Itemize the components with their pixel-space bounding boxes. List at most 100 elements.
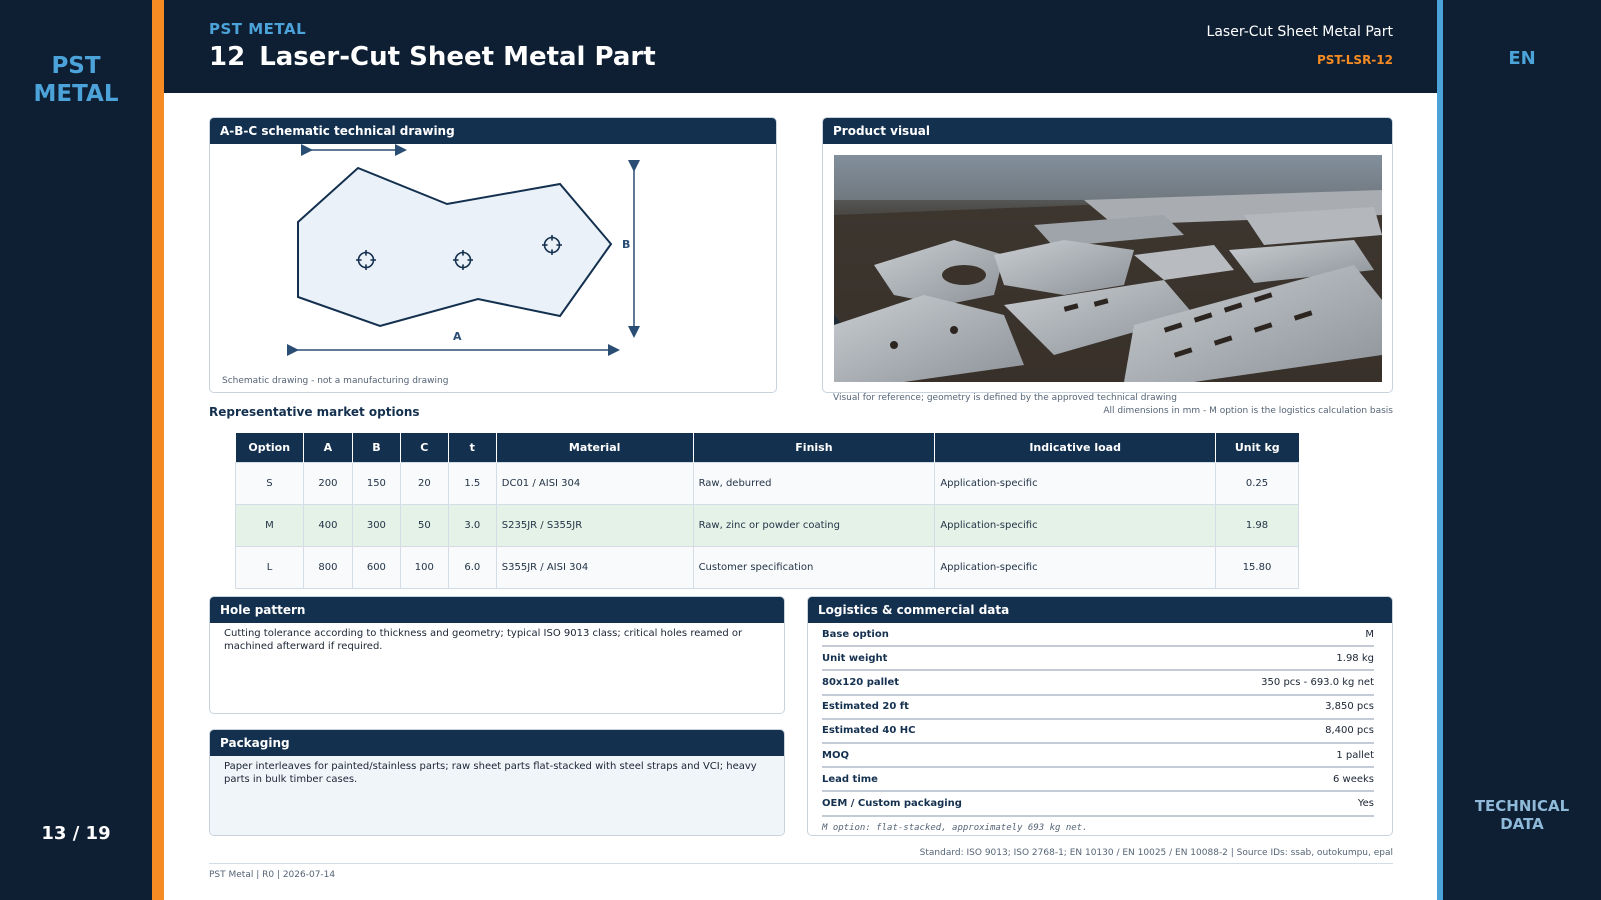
table-row: L 800 600 100 6.0 S355JR / AISI 304 Cust… [235,545,1299,589]
packaging-panel: Packaging Paper interleaves for painted/… [209,729,785,836]
table-cell: L [235,545,304,589]
table-cell: 20 [399,461,449,505]
table-cell: 600 [351,545,401,589]
page-title-text: Laser-Cut Sheet Metal Part [259,42,656,72]
side-section-line1: TECHNICAL [1474,797,1570,815]
page-footer: PST Metal | R0 | 2026-07-14 [209,870,336,880]
side-section-line2: DATA [1500,815,1544,833]
header-brand: PST METAL [209,20,307,38]
left-accent-bar [152,0,164,900]
table-cell: 150 [351,461,401,505]
table-cell: Application-specific [934,461,1217,505]
table-cell: S355JR / AISI 304 [495,545,694,589]
logistics-row: MOQ 1 pallet [822,744,1374,769]
logistics-value: M [1365,628,1374,640]
table-cell: 50 [399,503,449,547]
side-section-label: TECHNICAL DATA [1443,797,1601,833]
logistics-value: 8,400 pcs [1325,725,1374,737]
logistics-row: Base option M [822,623,1374,648]
hole-pattern-panel: Hole pattern Cutting tolerance according… [209,596,785,714]
table-cell: 1.5 [447,461,497,505]
logistics-value: 3,850 pcs [1325,701,1374,713]
logistics-row: OEM / Custom packaging Yes [822,792,1374,817]
column-header: Material [496,433,694,462]
drawing-panel-title: A-B-C schematic technical drawing [210,118,776,144]
column-header: t [448,433,497,462]
table-cell: 400 [302,503,353,547]
page-header: PST METAL 12 Laser-Cut Sheet Metal Part L… [164,0,1437,93]
page-counter: 13 / 19 [41,823,111,844]
column-header: Finish [693,433,936,462]
logistics-key: MOQ [822,749,849,761]
logistics-key: Estimated 20 ft [822,701,909,713]
standards-note: Standard: ISO 9013; ISO 2768-1; EN 10130… [919,848,1393,858]
language-selector[interactable]: EN [1443,48,1601,69]
logistics-key: 80x120 pallet [822,676,900,688]
table-row: S 200 150 20 1.5 DC01 / AISI 304 Raw, de… [235,461,1299,505]
logistics-row: Estimated 20 ft 3,850 pcs [822,696,1374,720]
packaging-title: Packaging [210,730,784,756]
logistics-key: Unit weight [822,652,888,664]
column-header: A [303,433,353,462]
table-cell: 100 [399,545,449,589]
logistics-key: Estimated 40 HC [822,725,916,737]
logistics-key: OEM / Custom packaging [822,797,962,809]
logistics-value: 1 pallet [1336,749,1374,761]
product-visual-panel: Product visual [822,117,1393,393]
packaging-text: Paper interleaves for painted/stainless … [210,756,784,835]
column-header: Option [235,433,304,462]
table-cell: 1.98 [1215,503,1299,547]
schematic-drawing: B A [287,144,640,356]
options-table: Option A B C t Material Finish Indicativ… [235,433,1299,589]
page-title: 12 Laser-Cut Sheet Metal Part [209,42,656,72]
table-cell: Raw, zinc or powder coating [692,503,936,547]
logistics-row: Lead time 6 weeks [822,768,1374,793]
table-cell: 300 [351,503,401,547]
options-section-title: Representative market options [209,405,420,419]
logistics-value: 350 pcs - 693.0 kg net [1261,676,1374,688]
side-brand-line1: PST [51,53,101,79]
product-visual-title: Product visual [823,118,1392,144]
column-header: C [400,433,449,462]
page-title-number: 12 [209,42,246,72]
column-header: B [352,433,401,462]
hole-pattern-text: Cutting tolerance according to thickness… [224,628,743,652]
logistics-value: Yes [1357,797,1374,809]
logistics-key: Base option [822,628,889,640]
table-cell: 0.25 [1215,461,1299,505]
side-brand-line2: METAL [33,81,119,107]
table-cell: Application-specific [934,545,1217,589]
footer-divider [209,863,1393,864]
left-rail [0,0,152,900]
table-row: M 400 300 50 3.0 S235JR / S355JR Raw, zi… [235,503,1299,547]
dimensions-note: All dimensions in mm - M option is the l… [1103,406,1393,416]
side-brand-logo: PST METAL [0,52,152,108]
column-header: Unit kg [1215,433,1299,462]
product-photo [834,155,1382,382]
table-cell: 200 [302,461,353,505]
table-cell: Raw, deburred [692,461,936,505]
header-doc-name: Laser-Cut Sheet Metal Part [1206,24,1393,40]
table-cell: Application-specific [934,503,1217,547]
logistics-key: Lead time [822,773,878,785]
logistics-row: Estimated 40 HC 8,400 pcs [822,720,1374,744]
drawing-panel: A-B-C schematic technical drawing B A Sc… [209,117,777,393]
table-cell: 800 [302,545,353,589]
logistics-title: Logistics & commercial data [808,597,1392,623]
drawing-note: Schematic drawing - not a manufacturing … [222,376,449,386]
header-doc-code: PST-LSR-12 [1316,53,1393,67]
logistics-panel: Logistics & commercial data Base option M… [807,596,1393,836]
table-cell: DC01 / AISI 304 [495,461,694,505]
table-cell: 6.0 [447,545,497,589]
logistics-row: Unit weight 1.98 kg [822,647,1374,672]
logistics-value: 6 weeks [1332,773,1374,785]
column-header: Indicative load [934,433,1217,462]
logistics-note: M option: flat-stacked, approximately 69… [822,822,1088,833]
table-cell: M [235,503,304,547]
hole-pattern-title: Hole pattern [210,597,784,623]
logistics-value: 1.98 kg [1336,652,1374,664]
dimension-b-label: B [622,238,630,251]
table-cell: 15.80 [1215,545,1299,589]
table-cell: S235JR / S355JR [495,503,694,547]
dimension-a-label: A [453,330,462,343]
